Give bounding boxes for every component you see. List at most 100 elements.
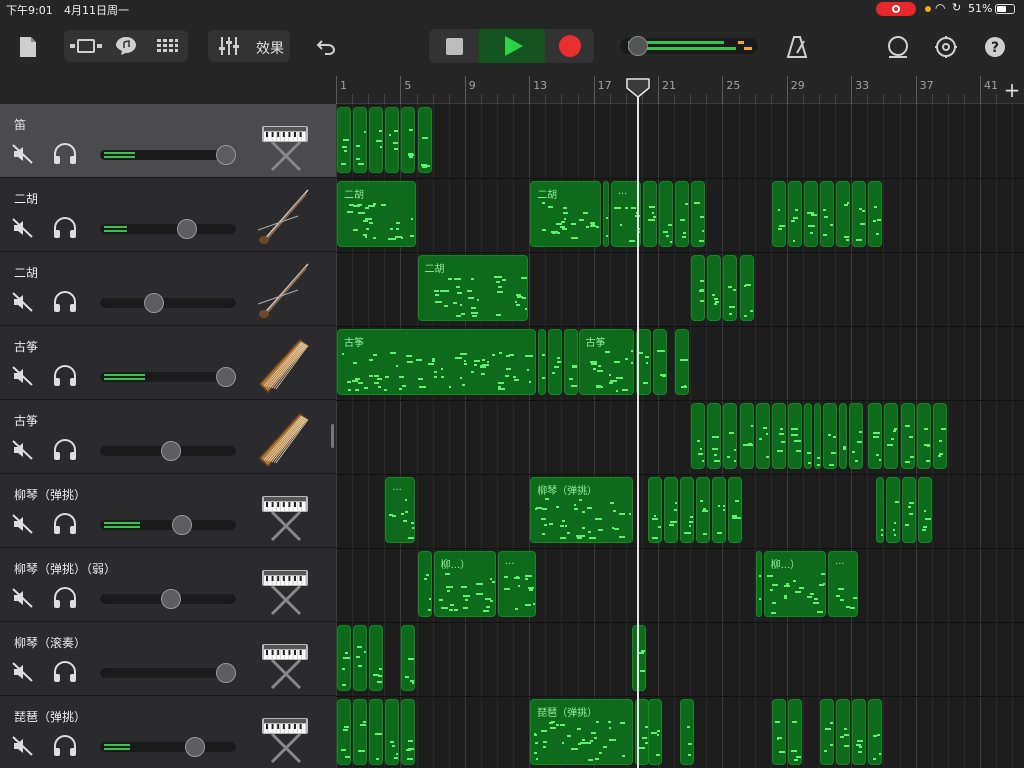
mute-icon[interactable]	[12, 588, 34, 608]
guzheng-instrument-icon[interactable]	[254, 334, 314, 394]
midi-region[interactable]	[848, 403, 864, 469]
midi-region[interactable]	[538, 329, 546, 395]
midi-region[interactable]	[401, 699, 416, 765]
midi-region[interactable]	[739, 255, 754, 321]
midi-region[interactable]	[707, 255, 722, 321]
track-header[interactable]: 柳琴（弹挑）（弱）	[0, 548, 336, 622]
midi-region[interactable]	[337, 699, 352, 765]
midi-region[interactable]	[707, 403, 722, 469]
volume-slider[interactable]	[100, 219, 236, 239]
midi-region[interactable]	[836, 181, 851, 247]
midi-region[interactable]	[803, 181, 818, 247]
master-volume-slider[interactable]	[620, 36, 758, 56]
volume-knob[interactable]	[177, 219, 198, 239]
midi-region[interactable]: 二胡	[530, 181, 601, 247]
track-header[interactable]: 古筝	[0, 326, 336, 400]
midi-region[interactable]: ...	[828, 551, 859, 617]
mute-icon[interactable]	[12, 440, 34, 460]
effects-button[interactable]: 效果	[256, 38, 284, 58]
track-header-resize-handle[interactable]	[331, 424, 334, 448]
midi-region[interactable]	[417, 551, 432, 617]
midi-region[interactable]	[675, 181, 690, 247]
keyboard-instrument-icon[interactable]	[254, 112, 314, 172]
track-header[interactable]: 柳琴（弹挑）	[0, 474, 336, 548]
midi-region[interactable]	[385, 699, 400, 765]
midi-region[interactable]	[417, 107, 432, 173]
track-header[interactable]: 笛	[0, 104, 336, 178]
add-track-button[interactable]: +	[1000, 78, 1024, 102]
midi-region[interactable]	[547, 329, 562, 395]
midi-region[interactable]	[755, 551, 762, 617]
midi-region[interactable]	[723, 255, 738, 321]
volume-slider[interactable]	[100, 589, 236, 609]
record-button[interactable]	[545, 29, 594, 63]
midi-region[interactable]	[886, 477, 901, 543]
midi-region[interactable]	[787, 403, 802, 469]
midi-region[interactable]	[564, 329, 579, 395]
midi-region[interactable]	[691, 181, 706, 247]
mixer-icon[interactable]	[214, 34, 244, 58]
master-volume-knob[interactable]	[628, 36, 648, 56]
midi-region[interactable]	[803, 403, 812, 469]
track-header[interactable]: 柳琴（滚奏）	[0, 622, 336, 696]
midi-region[interactable]	[820, 699, 835, 765]
midi-region[interactable]	[787, 699, 802, 765]
midi-region[interactable]	[723, 403, 738, 469]
midi-region[interactable]	[902, 477, 917, 543]
volume-knob[interactable]	[216, 367, 237, 387]
midi-region[interactable]	[771, 181, 786, 247]
mute-icon[interactable]	[12, 514, 34, 534]
midi-region[interactable]	[823, 403, 838, 469]
midi-region[interactable]	[813, 403, 822, 469]
volume-slider[interactable]	[100, 367, 237, 387]
volume-knob[interactable]	[185, 737, 206, 757]
mute-icon[interactable]	[12, 218, 34, 238]
volume-slider[interactable]	[100, 145, 237, 165]
headphones-icon[interactable]	[52, 142, 78, 166]
midi-region[interactable]: 柳...）	[763, 551, 827, 617]
headphones-icon[interactable]	[52, 216, 78, 240]
midi-region[interactable]	[663, 477, 678, 543]
mute-icon[interactable]	[12, 144, 34, 164]
midi-region[interactable]	[337, 107, 352, 173]
headphones-icon[interactable]	[52, 438, 78, 462]
volume-knob[interactable]	[160, 441, 181, 461]
track-header[interactable]: 琵琶（弹挑）	[0, 696, 336, 768]
midi-region[interactable]: 古筝	[337, 329, 537, 395]
midi-region[interactable]	[401, 107, 416, 173]
keyboard-instrument-icon[interactable]	[254, 630, 314, 690]
browser-icon[interactable]	[112, 34, 140, 58]
midi-region[interactable]	[876, 477, 884, 543]
volume-knob[interactable]	[216, 145, 237, 165]
midi-region[interactable]: 二胡	[337, 181, 416, 247]
midi-region[interactable]: 古筝	[578, 329, 635, 395]
undo-icon[interactable]	[312, 34, 340, 60]
headphones-icon[interactable]	[52, 586, 78, 610]
midi-region[interactable]	[868, 699, 883, 765]
midi-region[interactable]	[337, 625, 352, 691]
settings-icon[interactable]	[930, 32, 962, 62]
midi-region[interactable]	[369, 699, 384, 765]
midi-region[interactable]	[820, 181, 835, 247]
screen-record-icon[interactable]	[876, 2, 916, 16]
mute-icon[interactable]	[12, 662, 34, 682]
midi-region[interactable]: 柳琴（弹挑）	[530, 477, 633, 543]
headphones-icon[interactable]	[52, 364, 78, 388]
loop-icon[interactable]	[882, 32, 914, 62]
volume-knob[interactable]	[171, 515, 192, 535]
midi-region[interactable]	[353, 699, 368, 765]
midi-region[interactable]	[691, 255, 706, 321]
volume-slider[interactable]	[100, 515, 236, 535]
headphones-icon[interactable]	[52, 290, 78, 314]
view-toggle-icon[interactable]	[68, 34, 104, 58]
playhead[interactable]	[626, 78, 650, 98]
midi-region[interactable]	[679, 477, 695, 543]
arrangement-grid[interactable]: 二胡 二胡... 二胡 古筝 古筝... 柳琴（弹挑） 柳...）... 柳...）... 琵琶…	[336, 104, 1024, 768]
headphones-icon[interactable]	[52, 512, 78, 536]
midi-region[interactable]	[868, 403, 883, 469]
midi-region[interactable]	[712, 477, 727, 543]
volume-slider[interactable]	[100, 663, 237, 683]
midi-region[interactable]	[675, 329, 690, 395]
midi-region[interactable]	[868, 181, 883, 247]
midi-region[interactable]	[728, 477, 743, 543]
